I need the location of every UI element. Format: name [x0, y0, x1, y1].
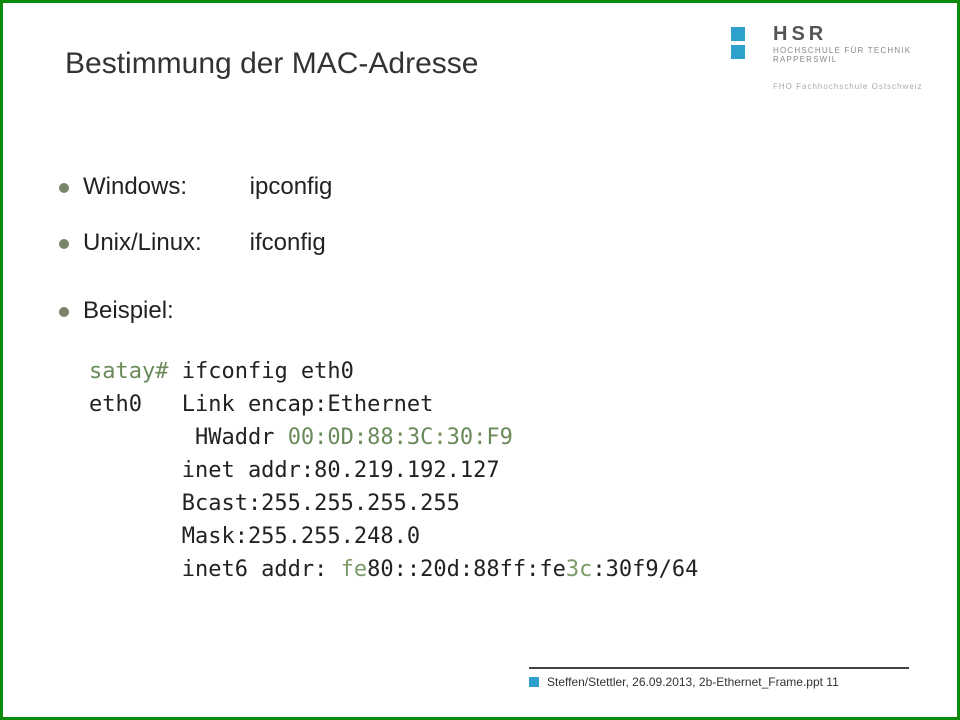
code-line: inet6 addr: [89, 557, 341, 582]
code-line: Bcast:255.255.255.255 [89, 491, 460, 516]
footer: Steffen/Stettler, 26.09.2013, 2b-Etherne… [529, 667, 909, 689]
logo-abbr: HSR [773, 23, 931, 46]
logo-square-icon [731, 27, 745, 41]
command-unix: ifconfig [250, 229, 326, 257]
slide: HSR HOCHSCHULE FÜR TECHNIK RAPPERSWIL FH… [0, 0, 960, 720]
code-text: 80::20d:88ff:fe [367, 557, 566, 582]
logo-block: HSR HOCHSCHULE FÜR TECHNIK RAPPERSWIL FH… [731, 23, 931, 91]
code-line: inet addr:80.219.192.127 [89, 458, 500, 483]
code-line: HWaddr [89, 425, 288, 450]
logo-subtitle-2: RAPPERSWIL [773, 55, 931, 64]
bullet-example: Beispiel: [83, 297, 897, 325]
command-windows: ipconfig [250, 173, 333, 201]
code-line: eth0 Link encap:Ethernet [89, 392, 433, 417]
code-prompt: satay# [89, 359, 168, 384]
code-cmd: ifconfig eth0 [168, 359, 353, 384]
mac-address: 00:0D:88:3C:30:F9 [288, 425, 513, 450]
footer-row: Steffen/Stettler, 26.09.2013, 2b-Etherne… [529, 675, 909, 689]
content-area: Windows: ipconfig Unix/Linux: ifconfig B… [83, 173, 897, 586]
page-title: Bestimmung der MAC-Adresse [65, 47, 478, 81]
ipv6-part: fe [341, 557, 368, 582]
bullet-unix: Unix/Linux: ifconfig [83, 229, 897, 257]
code-block: satay# ifconfig eth0 eth0 Link encap:Eth… [89, 355, 897, 586]
logo-squares [731, 27, 765, 63]
footer-square-icon [529, 677, 539, 687]
example-label: Beispiel: [83, 297, 174, 324]
logo-square-icon [731, 45, 745, 59]
bullet-windows: Windows: ipconfig [83, 173, 897, 201]
code-line: Mask:255.255.248.0 [89, 524, 420, 549]
os-label-windows: Windows: [83, 173, 243, 201]
os-label-unix: Unix/Linux: [83, 229, 243, 257]
logo-subtitle-1: HOCHSCHULE FÜR TECHNIK [773, 46, 931, 55]
code-text: /64 [659, 557, 699, 582]
ipv6-part: 3c [566, 557, 593, 582]
logo-subtitle-3: FHO Fachhochschule Ostschweiz [773, 82, 931, 91]
footer-text: Steffen/Stettler, 26.09.2013, 2b-Etherne… [547, 675, 839, 689]
code-text: :30f9 [592, 557, 658, 582]
logo-text: HSR HOCHSCHULE FÜR TECHNIK RAPPERSWIL FH… [773, 23, 931, 91]
footer-divider [529, 667, 909, 669]
